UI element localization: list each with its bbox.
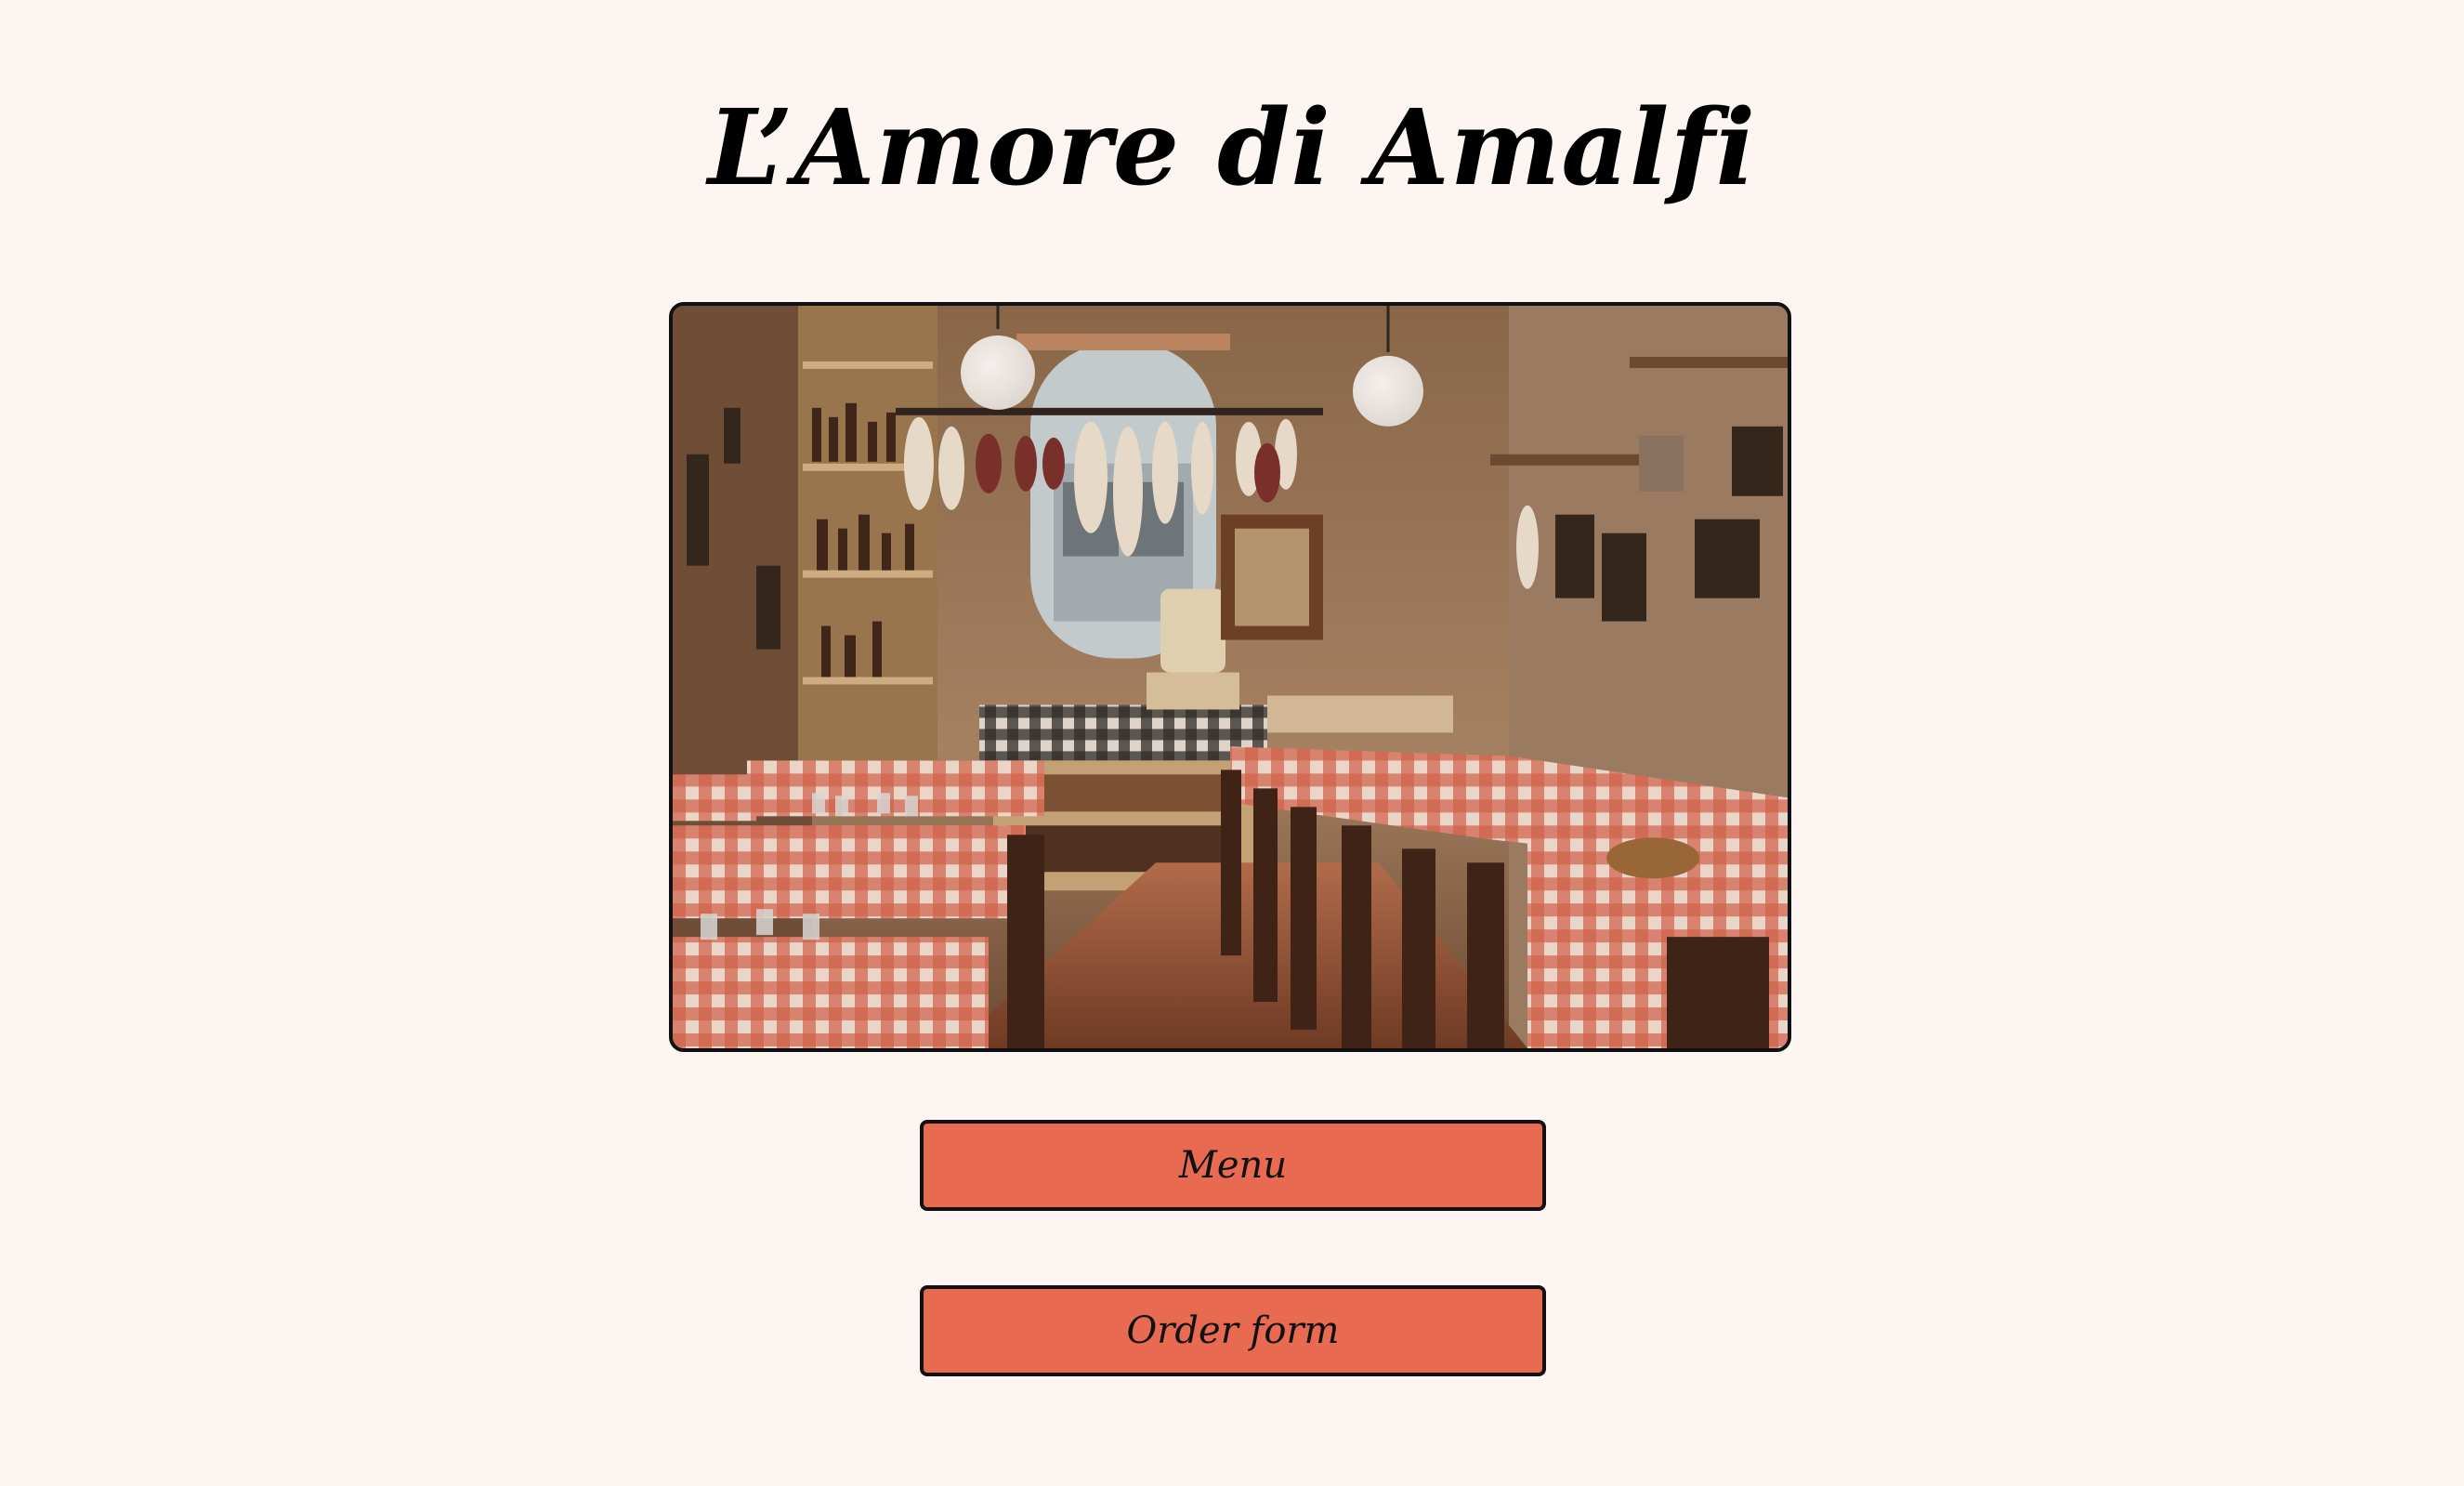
order-form-button[interactable]: Order form [920, 1285, 1546, 1376]
restaurant-interior-illustration [673, 306, 1788, 1048]
menu-button[interactable]: Menu [920, 1120, 1546, 1211]
restaurant-interior-image [669, 302, 1791, 1052]
page-title: L’Amore di Amalfi [707, 87, 1757, 209]
